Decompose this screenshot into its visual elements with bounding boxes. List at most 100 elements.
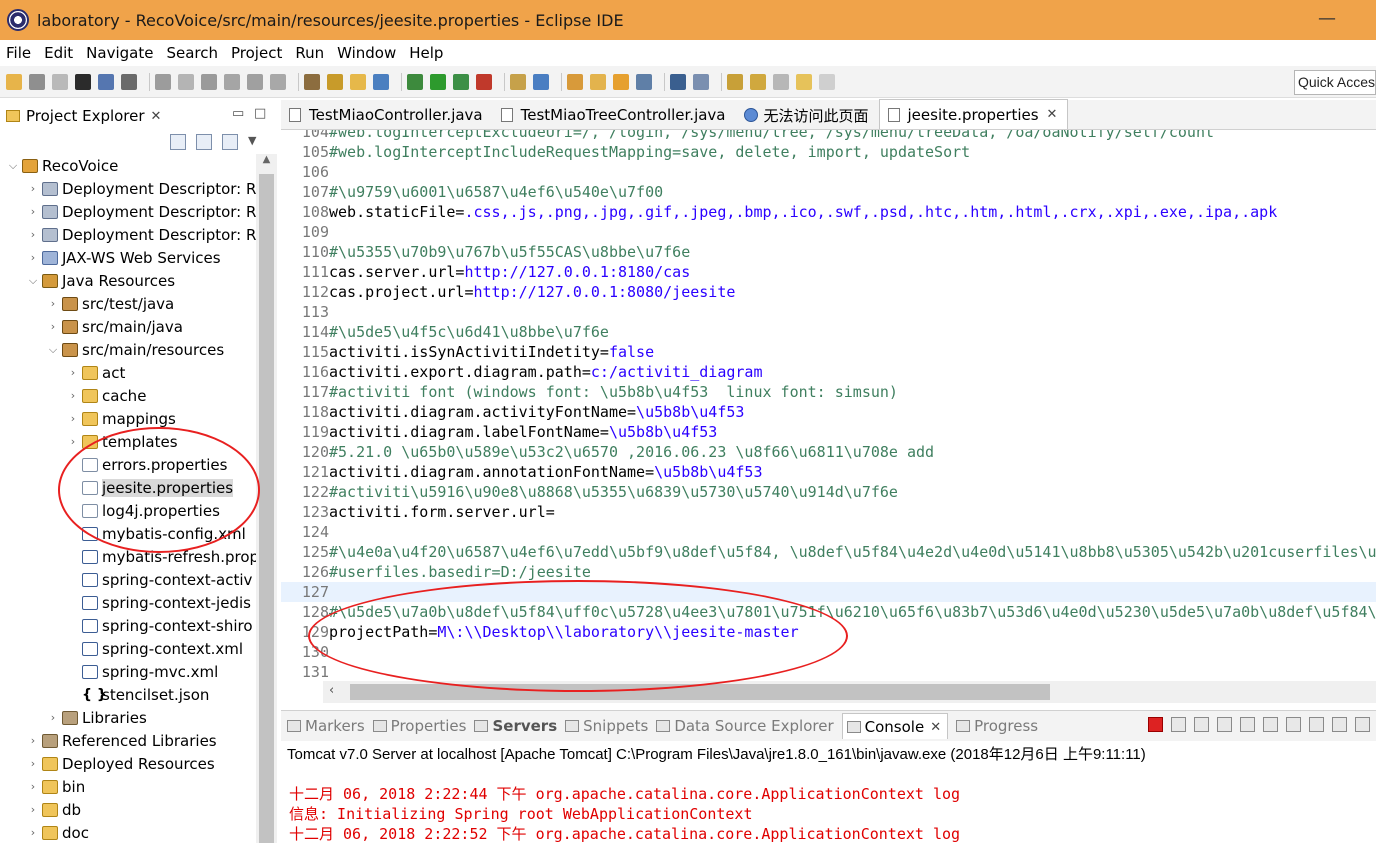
menu-project[interactable]: Project: [231, 44, 282, 62]
tree-item[interactable]: mybatis-config.xml: [0, 522, 256, 545]
toolbar-button-icon[interactable]: [247, 73, 263, 90]
tree-item[interactable]: › act: [0, 361, 256, 384]
chevron-right-icon[interactable]: ›: [26, 182, 40, 195]
chevron-right-icon[interactable]: ›: [26, 251, 40, 264]
tree-item[interactable]: spring-context-jedis: [0, 591, 256, 614]
toolbar-button-icon[interactable]: [590, 73, 606, 90]
menu-navigate[interactable]: Navigate: [86, 44, 153, 62]
toolbar-button-icon[interactable]: [819, 73, 835, 90]
editor-hscroll-thumb[interactable]: [350, 684, 1050, 700]
scroll-left-icon[interactable]: ‹: [329, 683, 334, 698]
tree-item[interactable]: › Deployment Descriptor: R: [0, 177, 256, 200]
tree-item[interactable]: › Referenced Libraries: [0, 729, 256, 752]
show-on-output-icon[interactable]: [1286, 717, 1301, 732]
view-menu-icon[interactable]: ▼: [248, 134, 256, 150]
toolbar-button-icon[interactable]: [327, 73, 343, 90]
toolbar-button-icon[interactable]: [29, 73, 45, 90]
toolbar-button-icon[interactable]: [510, 73, 526, 90]
menu-window[interactable]: Window: [337, 44, 396, 62]
chevron-right-icon[interactable]: ›: [26, 228, 40, 241]
console-tab-data-source-explorer[interactable]: Data Source Explorer: [656, 717, 834, 735]
scroll-lock-icon[interactable]: [1240, 717, 1255, 732]
editor-tab[interactable]: TestMiaoTreeController.java: [493, 101, 736, 129]
toolbar-button-icon[interactable]: [373, 73, 389, 90]
toolbar-button-icon[interactable]: [453, 73, 469, 90]
chevron-down-icon[interactable]: ⌵: [26, 274, 40, 288]
chevron-right-icon[interactable]: ›: [66, 412, 80, 425]
filter-icon[interactable]: [222, 134, 238, 150]
toolbar-button-icon[interactable]: [670, 73, 686, 90]
toolbar-button-icon[interactable]: [6, 73, 22, 90]
toolbar-button-icon[interactable]: [52, 73, 68, 90]
tree-item[interactable]: ⌵ Java Resources: [0, 269, 256, 292]
tree-item[interactable]: log4j.properties: [0, 499, 256, 522]
minimize-icon[interactable]: ▭: [232, 106, 244, 121]
open-console-icon[interactable]: [1355, 717, 1370, 732]
tree-item[interactable]: › src/main/java: [0, 315, 256, 338]
console-tab-snippets[interactable]: Snippets: [565, 717, 648, 735]
chevron-right-icon[interactable]: ›: [26, 757, 40, 770]
tree-item[interactable]: › db: [0, 798, 256, 821]
toolbar-button-icon[interactable]: [270, 73, 286, 90]
scroll-up-icon[interactable]: ▲: [256, 154, 277, 172]
tree-item[interactable]: › cache: [0, 384, 256, 407]
toolbar-button-icon[interactable]: [178, 73, 194, 90]
tree-item[interactable]: › JAX-WS Web Services: [0, 246, 256, 269]
tree-item[interactable]: › Deployed Resources: [0, 752, 256, 775]
quick-access-field[interactable]: Quick Access: [1294, 70, 1376, 95]
menu-search[interactable]: Search: [166, 44, 218, 62]
console-tab-servers[interactable]: Servers: [474, 717, 557, 735]
tree-item[interactable]: › src/test/java: [0, 292, 256, 315]
display-console-icon[interactable]: [1332, 717, 1347, 732]
terminate-icon[interactable]: [1148, 717, 1163, 732]
chevron-right-icon[interactable]: ›: [26, 780, 40, 793]
toolbar-button-icon[interactable]: [98, 73, 114, 90]
maximize-icon[interactable]: □: [254, 106, 266, 121]
toolbar-button-icon[interactable]: [567, 73, 583, 90]
editor-hscrollbar[interactable]: ‹: [323, 681, 1376, 703]
toolbar-button-icon[interactable]: [201, 73, 217, 90]
toolbar-button-icon[interactable]: [636, 73, 652, 90]
chevron-right-icon[interactable]: ›: [66, 389, 80, 402]
toolbar-button-icon[interactable]: [407, 73, 423, 90]
code-editor[interactable]: 104#web.logInterceptExcludeUri=/, /login…: [281, 130, 1376, 681]
tree-item[interactable]: spring-context-shiro: [0, 614, 256, 637]
collapse-all-icon[interactable]: [170, 134, 186, 150]
toolbar-button-icon[interactable]: [304, 73, 320, 90]
tree-item[interactable]: › templates: [0, 430, 256, 453]
editor-tab[interactable]: TestMiaoController.java: [281, 101, 493, 129]
toolbar-button-icon[interactable]: [430, 73, 446, 90]
tree-item[interactable]: › Deployment Descriptor: R: [0, 223, 256, 246]
toolbar-button-icon[interactable]: [155, 73, 171, 90]
toolbar-button-icon[interactable]: [224, 73, 240, 90]
chevron-right-icon[interactable]: ›: [46, 297, 60, 310]
chevron-down-icon[interactable]: ⌵: [6, 159, 20, 173]
toolbar-button-icon[interactable]: [750, 73, 766, 90]
chevron-right-icon[interactable]: ›: [46, 711, 60, 724]
menu-file[interactable]: File: [6, 44, 31, 62]
tree-scrollbar[interactable]: ▲: [256, 154, 277, 843]
tree-item[interactable]: ⌵ src/main/resources: [0, 338, 256, 361]
chevron-right-icon[interactable]: ›: [26, 205, 40, 218]
chevron-right-icon[interactable]: ›: [26, 803, 40, 816]
toolbar-button-icon[interactable]: [350, 73, 366, 90]
console-tab-markers[interactable]: Markers: [287, 717, 365, 735]
project-explorer-tab[interactable]: Project Explorer ✕ ▭ □: [0, 100, 277, 132]
menu-run[interactable]: Run: [295, 44, 324, 62]
minimize-button[interactable]: —: [1318, 8, 1336, 29]
chevron-right-icon[interactable]: ›: [26, 734, 40, 747]
chevron-right-icon[interactable]: ›: [26, 826, 40, 839]
toolbar-button-icon[interactable]: [773, 73, 789, 90]
word-wrap-icon[interactable]: [1263, 717, 1278, 732]
tree-scroll-thumb[interactable]: [259, 174, 274, 843]
console-tab-progress[interactable]: Progress: [956, 717, 1038, 735]
tree-item[interactable]: mybatis-refresh.prop: [0, 545, 256, 568]
chevron-right-icon[interactable]: ›: [46, 320, 60, 333]
toolbar-button-icon[interactable]: [613, 73, 629, 90]
menu-help[interactable]: Help: [409, 44, 443, 62]
clear-console-icon[interactable]: [1217, 717, 1232, 732]
tree-item[interactable]: spring-context.xml: [0, 637, 256, 660]
tree-item[interactable]: errors.properties: [0, 453, 256, 476]
toolbar-button-icon[interactable]: [727, 73, 743, 90]
editor-tab[interactable]: 无法访问此页面: [736, 101, 879, 129]
